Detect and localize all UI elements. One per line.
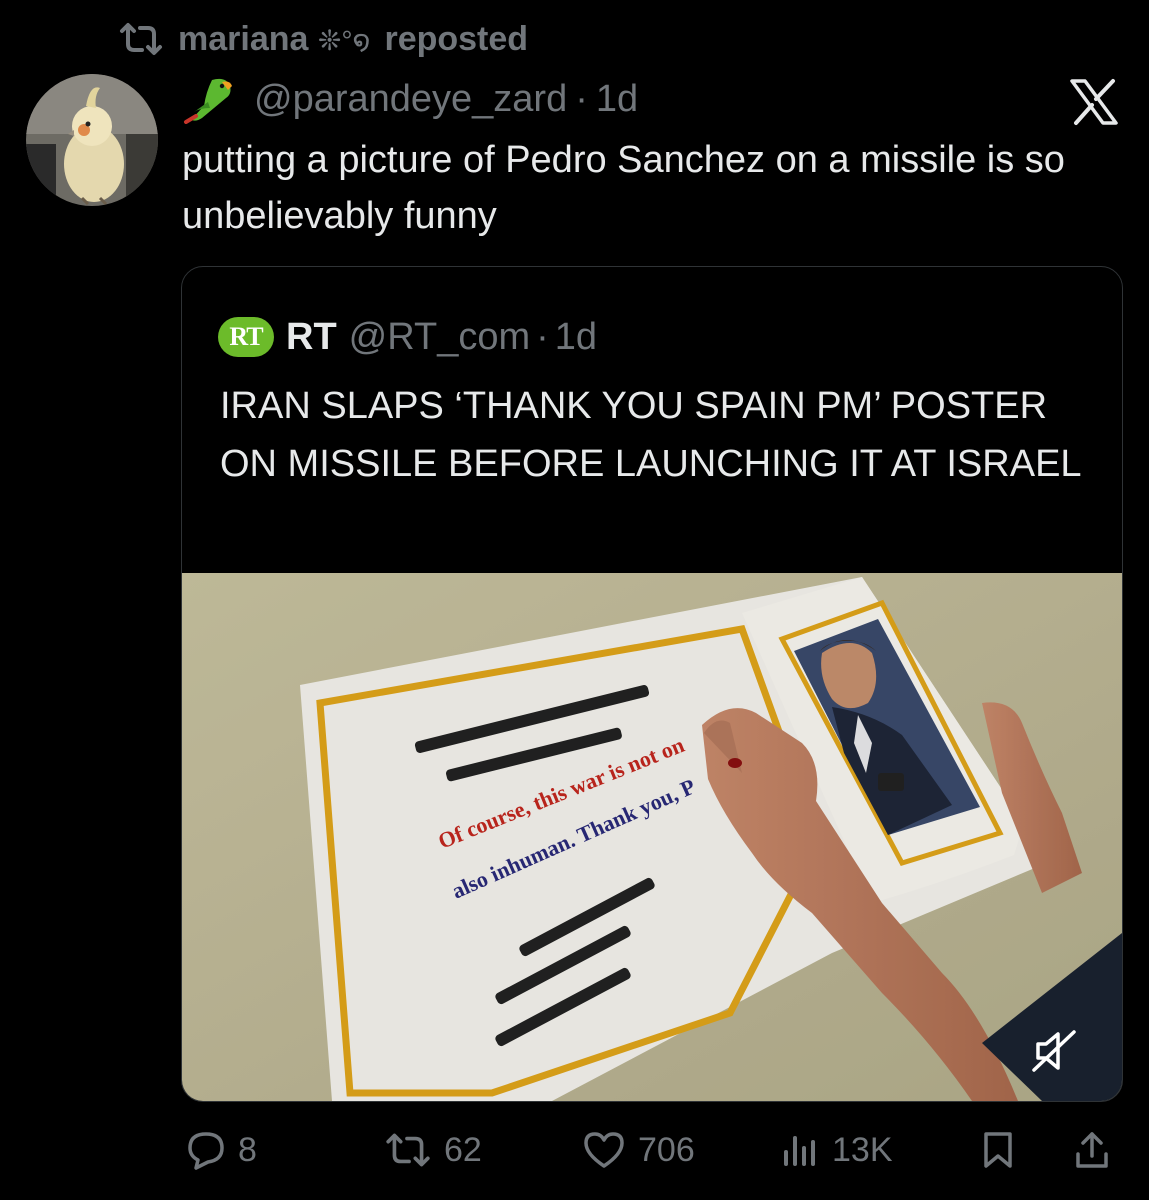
parrot-emoji-icon bbox=[184, 78, 232, 124]
share-icon bbox=[1076, 1132, 1108, 1168]
quoted-name[interactable]: RT bbox=[286, 316, 337, 359]
quoted-text: IRAN SLAPS ‘THANK YOU SPAIN PM’ POSTER O… bbox=[220, 385, 1082, 485]
repost-icon bbox=[120, 23, 162, 55]
action-bar: 8 62 706 13K bbox=[0, 1120, 1149, 1180]
x-logo-icon bbox=[1070, 79, 1118, 125]
views-button[interactable]: 13K bbox=[780, 1120, 893, 1180]
avatar[interactable] bbox=[26, 74, 158, 206]
repost-count: 62 bbox=[444, 1130, 482, 1169]
dot-separator: · bbox=[536, 315, 549, 358]
bookmark-icon bbox=[984, 1132, 1012, 1168]
reply-icon bbox=[188, 1132, 224, 1170]
quoted-tweet[interactable]: RT RT @RT_com · 1d IRAN SLAPS ‘THANK YOU… bbox=[181, 266, 1123, 1102]
views-chart-icon bbox=[784, 1136, 815, 1166]
repost-suffix: reposted bbox=[384, 19, 529, 58]
like-button[interactable]: 706 bbox=[582, 1120, 695, 1180]
cockatiel-photo bbox=[26, 74, 158, 206]
share-button[interactable] bbox=[1072, 1120, 1112, 1180]
quoted-video[interactable]: Of course, this war is not on also inhum… bbox=[182, 573, 1122, 1101]
rt-logo-icon: RT bbox=[218, 317, 274, 357]
repost-button[interactable]: 62 bbox=[384, 1120, 482, 1180]
reply-count: 8 bbox=[238, 1130, 257, 1169]
repost-icon bbox=[386, 1133, 430, 1167]
muted-speaker-icon[interactable] bbox=[1024, 1026, 1086, 1076]
repost-user[interactable]: mariana ❊°໑ bbox=[178, 20, 370, 59]
video-frame: Of course, this war is not on also inhum… bbox=[182, 573, 1122, 1101]
repost-attribution[interactable]: mariana ❊°໑ reposted bbox=[118, 18, 528, 60]
tweet-header: @parandeye_zard · 1d bbox=[182, 74, 638, 124]
views-count: 13K bbox=[832, 1130, 893, 1169]
quoted-time[interactable]: 1d bbox=[555, 316, 597, 359]
author-handle[interactable]: @parandeye_zard bbox=[254, 78, 567, 121]
heart-icon bbox=[584, 1132, 624, 1168]
bookmark-button[interactable] bbox=[978, 1120, 1018, 1180]
like-count: 706 bbox=[638, 1130, 695, 1169]
reply-button[interactable]: 8 bbox=[186, 1120, 257, 1180]
tweet-time[interactable]: 1d bbox=[596, 78, 638, 121]
tweet-text: putting a picture of Pedro Sanchez on a … bbox=[182, 139, 1065, 237]
quoted-handle[interactable]: @RT_com bbox=[349, 316, 530, 359]
quoted-header: RT RT @RT_com · 1d bbox=[218, 313, 597, 361]
dot-separator: · bbox=[575, 77, 588, 120]
